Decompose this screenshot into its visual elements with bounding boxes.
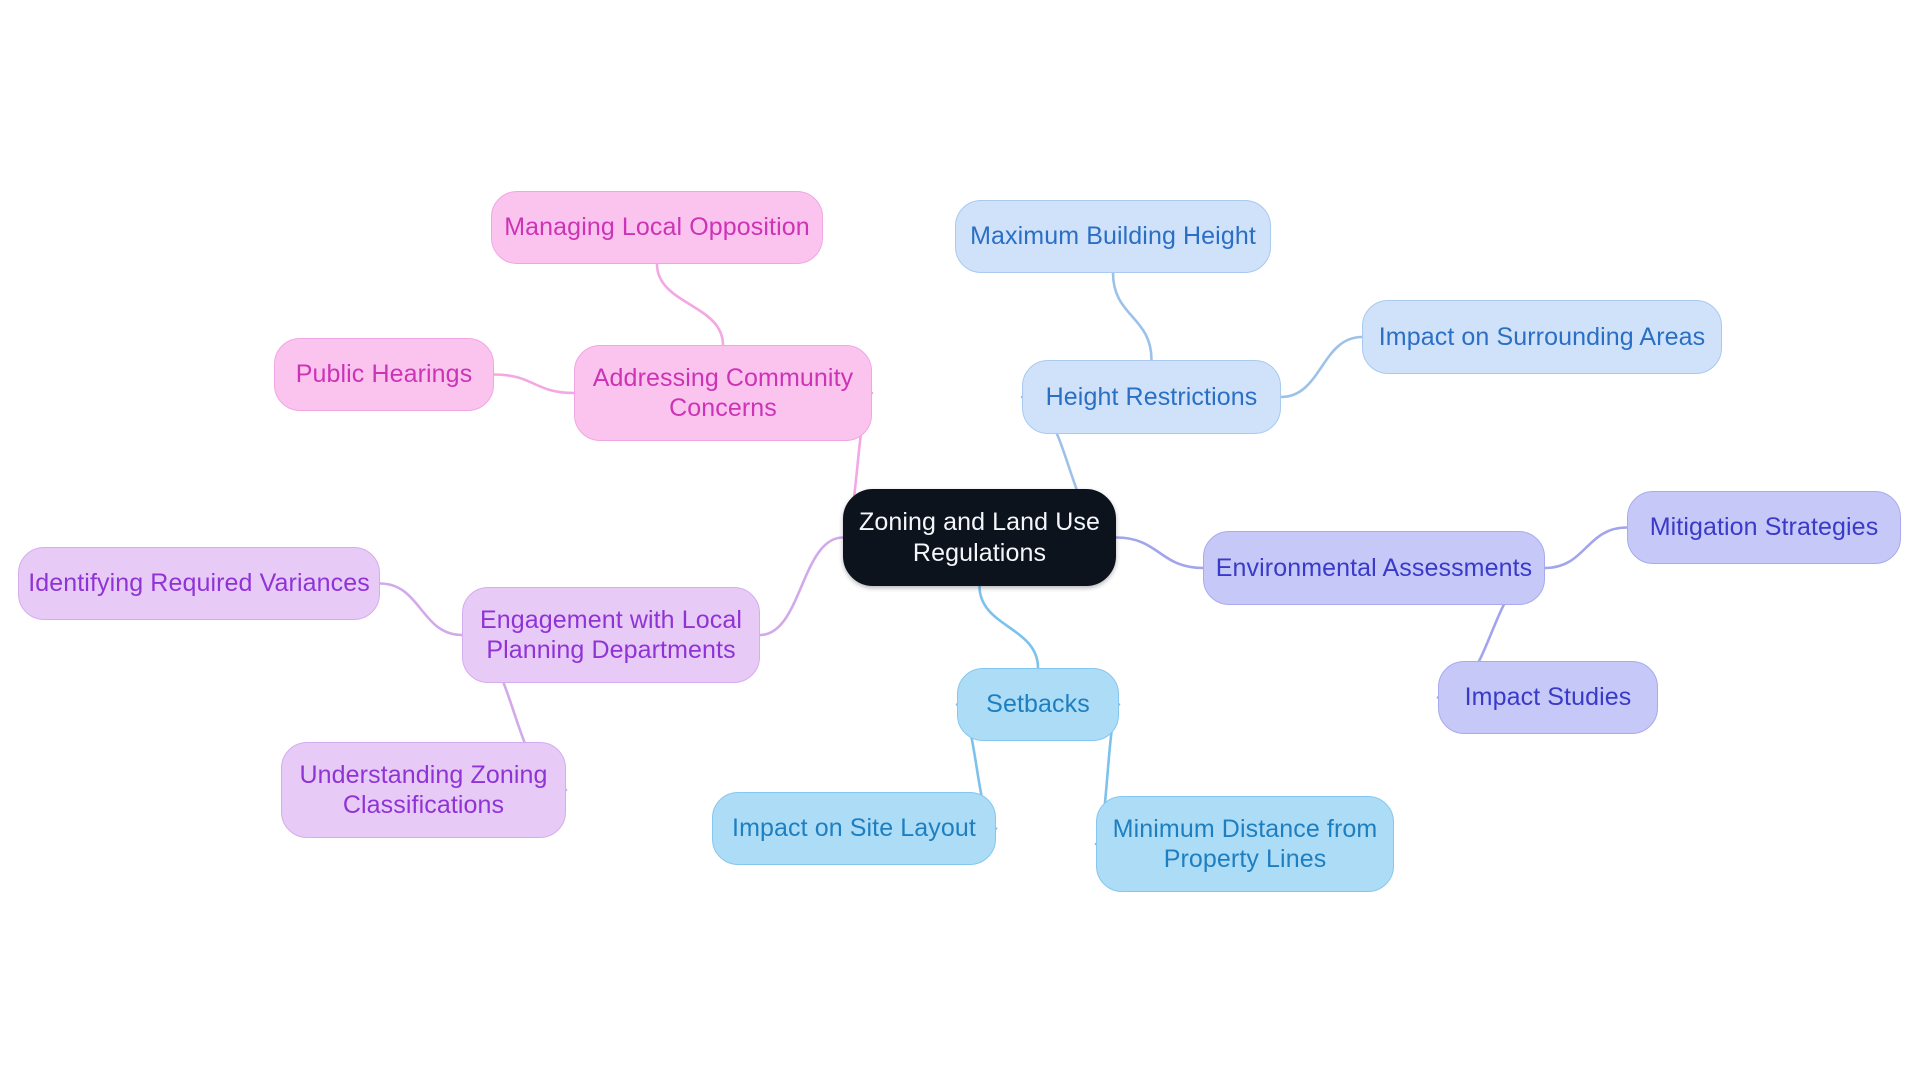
- edge-root-to-engagement-with-local-planning-departments: [758, 536, 845, 637]
- branch-node-setbacks[interactable]: Setbacks: [957, 668, 1119, 741]
- leaf-node-maximum-building-height[interactable]: Maximum Building Height: [955, 200, 1271, 273]
- root-node-root[interactable]: Zoning and Land Use Regulations: [843, 489, 1116, 586]
- branch-node-addressing-community-concerns[interactable]: Addressing Community Concerns: [574, 345, 872, 441]
- edge-engagement-with-local-planning-departments-to-identifying-required-variances: [378, 582, 464, 637]
- branch-node-environmental-assessments[interactable]: Environmental Assessments: [1203, 531, 1545, 605]
- branch-node-engagement-with-local-planning-departments[interactable]: Engagement with Local Planning Departmen…: [462, 587, 760, 683]
- leaf-node-understanding-zoning-classifications[interactable]: Understanding Zoning Classifications: [281, 742, 566, 838]
- leaf-node-impact-on-site-layout[interactable]: Impact on Site Layout: [712, 792, 996, 865]
- branch-node-height-restrictions[interactable]: Height Restrictions: [1022, 360, 1281, 434]
- leaf-node-managing-local-opposition[interactable]: Managing Local Opposition: [491, 191, 823, 264]
- edge-addressing-community-concerns-to-public-hearings: [492, 373, 576, 395]
- leaf-node-impact-studies[interactable]: Impact Studies: [1438, 661, 1658, 734]
- leaf-node-public-hearings[interactable]: Public Hearings: [274, 338, 494, 411]
- leaf-node-impact-on-surrounding-areas[interactable]: Impact on Surrounding Areas: [1362, 300, 1722, 374]
- edge-height-restrictions-to-maximum-building-height: [1111, 271, 1153, 362]
- edge-root-to-setbacks: [978, 584, 1040, 670]
- edge-root-to-environmental-assessments: [1114, 536, 1205, 570]
- mindmap-canvas: Zoning and Land Use Regulations Addressin…: [0, 0, 1920, 1083]
- leaf-node-identifying-required-variances[interactable]: Identifying Required Variances: [18, 547, 380, 620]
- edge-environmental-assessments-to-mitigation-strategies: [1543, 526, 1629, 570]
- leaf-node-minimum-distance-from-property-lines[interactable]: Minimum Distance from Property Lines: [1096, 796, 1394, 892]
- leaf-node-mitigation-strategies[interactable]: Mitigation Strategies: [1627, 491, 1901, 564]
- edge-addressing-community-concerns-to-managing-local-opposition: [655, 262, 725, 347]
- edge-height-restrictions-to-impact-on-surrounding-areas: [1279, 335, 1364, 399]
